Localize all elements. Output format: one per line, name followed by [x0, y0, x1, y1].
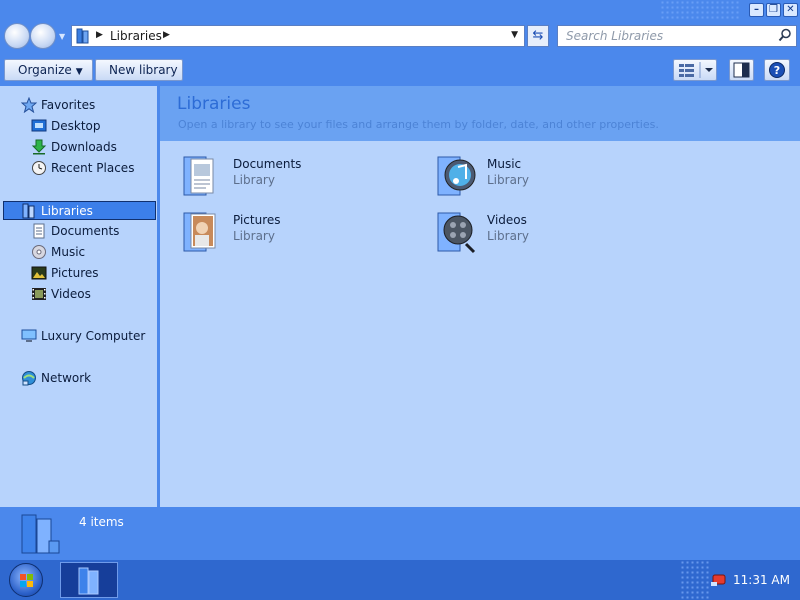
preview-pane-button[interactable] — [729, 59, 754, 81]
address-dropdown-icon[interactable]: ▼ — [511, 30, 518, 40]
favorites-star-icon — [20, 96, 38, 114]
sidebar-item-label: Music — [51, 245, 86, 259]
sidebar-item-label: Network — [41, 371, 92, 385]
library-name: Documents — [233, 157, 302, 171]
organize-label: Organize — [18, 63, 72, 77]
navigation-pane: Favorites Desktop Downloads Recent Place… — [0, 86, 157, 507]
search-input[interactable]: Search Libraries — [557, 25, 797, 47]
title-bar: – ❐ ✕ — [0, 0, 800, 20]
sidebar-item-music[interactable]: Music — [31, 243, 151, 262]
videos-library-icon — [436, 210, 476, 254]
sidebar-item-label: Recent Places — [51, 161, 135, 175]
title-bar-pattern — [660, 0, 740, 20]
forward-button[interactable] — [30, 23, 56, 49]
system-tray: 11:31 AM — [680, 560, 800, 600]
videos-icon — [31, 286, 47, 302]
sidebar-item-label: Downloads — [51, 140, 117, 154]
libraries-icon — [78, 567, 99, 595]
change-view-button[interactable] — [673, 59, 717, 81]
computer-icon — [21, 328, 37, 344]
libraries-icon — [21, 203, 37, 219]
breadcrumb-arrow-icon[interactable]: ▶ — [163, 30, 170, 40]
sidebar-item-label: Videos — [51, 287, 91, 301]
sidebar-item-label: Luxury Computer — [41, 329, 146, 343]
sidebar-item-label: Pictures — [51, 266, 99, 280]
music-icon — [31, 244, 47, 260]
new-library-label: New library — [109, 63, 178, 77]
desktop-icon — [31, 118, 47, 134]
sidebar-item-label: Desktop — [51, 119, 101, 133]
item-count: 4 items — [79, 515, 124, 529]
libraries-large-icon — [19, 511, 61, 560]
svg-text:?: ? — [774, 64, 780, 77]
library-type: Library — [487, 229, 529, 243]
sidebar-item-documents[interactable]: Documents — [31, 222, 151, 241]
sidebar-item-pictures[interactable]: Pictures — [31, 264, 151, 283]
downloads-icon — [31, 139, 47, 155]
music-library-icon — [436, 154, 476, 198]
details-pane: 4 items — [0, 507, 800, 560]
page-title: Libraries — [177, 94, 251, 114]
search-placeholder: Search Libraries — [566, 29, 664, 43]
close-button[interactable]: ✕ — [783, 3, 798, 17]
library-item-videos[interactable]: Videos Library — [436, 210, 666, 258]
page-subtitle: Open a library to see your files and arr… — [178, 118, 659, 131]
sidebar-item-computer[interactable]: Luxury Computer — [21, 327, 151, 346]
clock[interactable]: 11:31 AM — [733, 573, 790, 587]
library-header: Libraries Open a library to see your fil… — [160, 86, 800, 141]
pictures-library-icon — [182, 210, 222, 254]
taskbar: 11:31 AM — [0, 560, 800, 600]
library-item-documents[interactable]: Documents Library — [182, 154, 412, 202]
breadcrumb-libraries[interactable]: Libraries — [110, 29, 162, 43]
documents-library-icon — [182, 154, 222, 198]
sidebar-item-libraries[interactable]: Libraries — [3, 201, 156, 220]
back-button[interactable] — [4, 23, 30, 49]
sidebar-item-network[interactable]: Network — [21, 369, 151, 388]
recent-pages-dropdown[interactable]: ▼ — [59, 32, 65, 41]
new-library-button[interactable]: New library — [95, 59, 183, 81]
library-name: Videos — [487, 213, 527, 227]
library-name: Pictures — [233, 213, 281, 227]
help-button[interactable]: ? — [764, 59, 790, 81]
pictures-icon — [31, 265, 47, 281]
library-type: Library — [233, 173, 275, 187]
breadcrumb-arrow-icon[interactable]: ▶ — [96, 30, 103, 40]
sidebar-item-label: Libraries — [41, 204, 93, 218]
sidebar-item-downloads[interactable]: Downloads — [31, 138, 151, 157]
library-item-pictures[interactable]: Pictures Library — [182, 210, 412, 258]
address-row: ▼ ▶ Libraries ▶ ▼ ⇆ Search Libraries — [0, 20, 800, 54]
library-type: Library — [487, 173, 529, 187]
sidebar-item-label: Documents — [51, 224, 120, 238]
refresh-button[interactable]: ⇆ — [527, 25, 549, 47]
library-item-music[interactable]: Music Library — [436, 154, 666, 202]
maximize-button[interactable]: ❐ — [766, 3, 781, 17]
taskbar-explorer-button[interactable] — [60, 562, 118, 598]
sidebar-item-favorites[interactable]: Favorites — [20, 96, 151, 115]
organize-button[interactable]: Organize ▼ — [4, 59, 93, 81]
sidebar-item-label: Favorites — [41, 98, 96, 112]
chevron-down-icon: ▼ — [75, 67, 83, 77]
network-icon — [21, 370, 37, 386]
libraries-icon — [75, 28, 91, 47]
action-center-icon[interactable] — [710, 572, 726, 591]
start-button[interactable] — [9, 563, 43, 597]
documents-icon — [31, 223, 47, 239]
recent-places-icon — [31, 160, 47, 176]
sidebar-item-desktop[interactable]: Desktop — [31, 117, 151, 136]
tray-pattern — [680, 560, 710, 600]
sidebar-item-videos[interactable]: Videos — [31, 285, 151, 304]
windows-logo-icon — [20, 574, 33, 587]
content-pane: Libraries Open a library to see your fil… — [160, 86, 800, 507]
sidebar-item-recent-places[interactable]: Recent Places — [31, 159, 151, 178]
command-bar: Organize ▼ New library ? — [0, 54, 800, 86]
address-bar[interactable]: ▶ Libraries ▶ ▼ — [71, 25, 525, 47]
search-icon[interactable] — [778, 28, 792, 45]
library-type: Library — [233, 229, 275, 243]
minimize-button[interactable]: – — [749, 3, 764, 17]
library-name: Music — [487, 157, 522, 171]
